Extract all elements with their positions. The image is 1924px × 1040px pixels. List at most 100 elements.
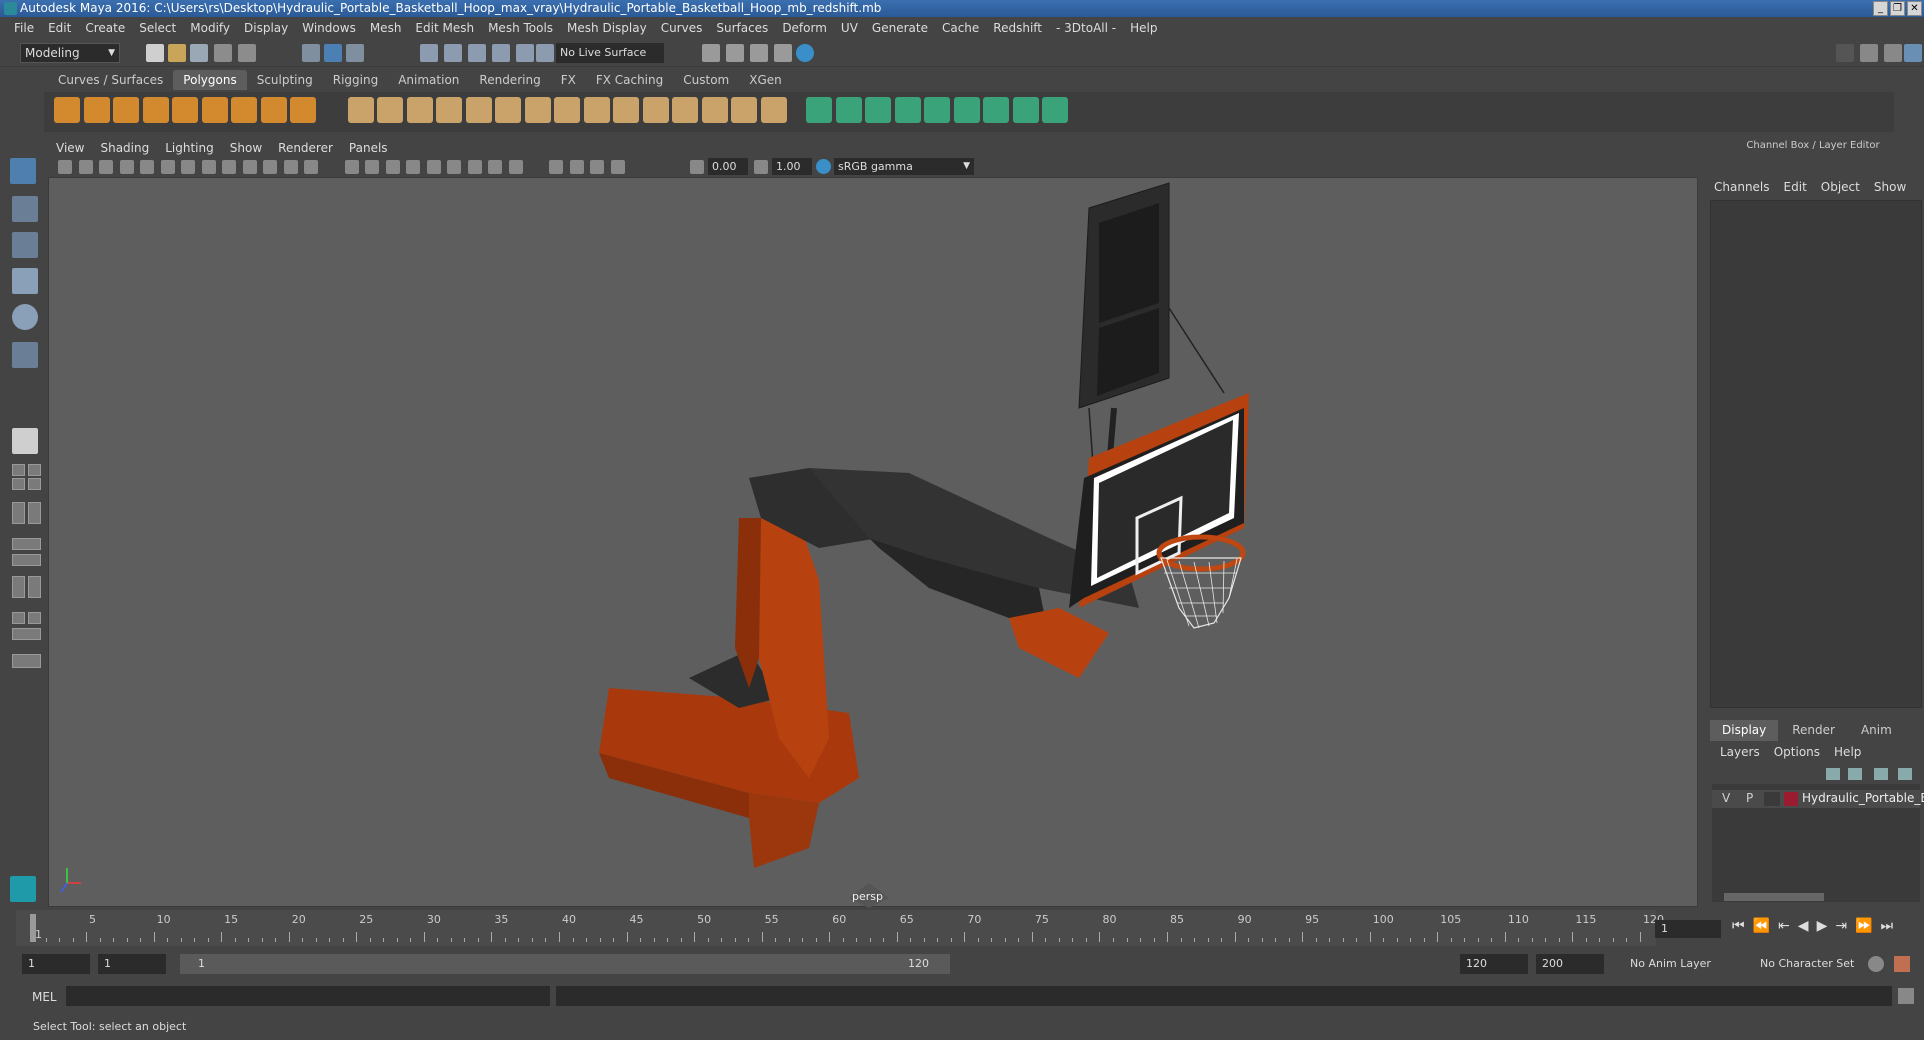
- playback-start-field[interactable]: 1: [98, 954, 166, 974]
- layer-tab-render[interactable]: Render: [1780, 720, 1847, 741]
- depth-of-field-icon[interactable]: [508, 160, 523, 174]
- target-weld-icon[interactable]: [865, 97, 891, 123]
- xray-components-icon[interactable]: [610, 160, 625, 174]
- shelf-tab-fx[interactable]: FX: [551, 70, 586, 90]
- minimize-button[interactable]: _: [1873, 1, 1888, 16]
- menu-file[interactable]: File: [8, 21, 42, 35]
- select-component-icon[interactable]: [346, 44, 364, 62]
- multi-cut-icon[interactable]: [835, 97, 862, 123]
- layout-icon[interactable]: [12, 478, 25, 490]
- film-gate-icon[interactable]: [201, 160, 216, 174]
- gate-mask-icon[interactable]: [242, 160, 257, 174]
- open-scene-icon[interactable]: [168, 44, 186, 62]
- anim-layer-selector[interactable]: No Anim Layer: [1624, 954, 1744, 974]
- grease-pencil-icon[interactable]: [160, 160, 175, 174]
- current-frame-field[interactable]: 1: [1655, 920, 1721, 938]
- resolution-gate-icon[interactable]: [222, 160, 236, 174]
- menu-deform[interactable]: Deform: [776, 21, 835, 35]
- gamma-icon[interactable]: [754, 160, 768, 174]
- step-forward-icon[interactable]: ⏩: [1855, 918, 1872, 934]
- shelf-tab-fx-caching[interactable]: FX Caching: [586, 70, 673, 90]
- layout-icon[interactable]: [12, 628, 41, 640]
- select-hierarchy-icon[interactable]: [302, 44, 320, 62]
- panel-menu-shading[interactable]: Shading: [92, 141, 157, 155]
- snap-point-icon[interactable]: [468, 44, 486, 62]
- menu-curves[interactable]: Curves: [655, 21, 711, 35]
- poly-soccer-icon[interactable]: [290, 97, 316, 123]
- extract-icon[interactable]: [554, 97, 580, 123]
- poly-cone-icon[interactable]: [142, 97, 169, 123]
- smooth-shade-icon[interactable]: [365, 160, 379, 174]
- select-object-icon[interactable]: [324, 44, 342, 62]
- scrollbar-thumb[interactable]: [1724, 893, 1824, 901]
- render-settings-icon[interactable]: [774, 44, 792, 62]
- layout-icon[interactable]: [28, 612, 41, 624]
- menu-display[interactable]: Display: [238, 21, 296, 35]
- snap-grid-icon[interactable]: [420, 44, 438, 62]
- menu-help[interactable]: Help: [1124, 21, 1165, 35]
- layer-playback-toggle[interactable]: P: [1746, 791, 1753, 805]
- menu-generate[interactable]: Generate: [866, 21, 936, 35]
- poly-diamond-icon[interactable]: [172, 97, 198, 123]
- paint-select-icon[interactable]: [12, 232, 38, 258]
- four-view-layout-icon[interactable]: [12, 464, 25, 476]
- playback-end-field[interactable]: 120: [1460, 954, 1528, 974]
- script-editor-icon[interactable]: [1898, 988, 1914, 1004]
- layer-menu-layers[interactable]: Layers: [1720, 745, 1760, 759]
- current-time-marker[interactable]: [30, 914, 36, 942]
- xray-icon[interactable]: [569, 160, 584, 174]
- extrude-icon[interactable]: [731, 97, 757, 123]
- fill-hole-icon[interactable]: [760, 97, 787, 123]
- bevel-icon[interactable]: [672, 97, 698, 123]
- bevel-edge-icon[interactable]: [806, 97, 832, 123]
- new-layer-icon[interactable]: [1874, 768, 1888, 780]
- menu-cache[interactable]: Cache: [936, 21, 987, 35]
- menu-redshift[interactable]: Redshift: [987, 21, 1050, 35]
- field-chart-icon[interactable]: [263, 160, 277, 174]
- boolean-icon[interactable]: [613, 97, 639, 123]
- exposure-icon[interactable]: [690, 160, 704, 174]
- menu-mesh-display[interactable]: Mesh Display: [561, 21, 655, 35]
- channel-box-toggle-icon[interactable]: [1904, 44, 1922, 62]
- bookmark-icon[interactable]: [99, 160, 113, 174]
- poly-prism-icon[interactable]: [465, 97, 492, 123]
- render-sequence-icon[interactable]: [726, 44, 744, 62]
- menu-mesh-tools[interactable]: Mesh Tools: [482, 21, 561, 35]
- go-to-end-icon[interactable]: ⏭: [1881, 918, 1894, 934]
- mode-selector[interactable]: Modeling ▼: [20, 43, 120, 63]
- save-scene-icon[interactable]: [190, 44, 208, 62]
- poly-plane-icon[interactable]: [436, 97, 462, 123]
- step-back-key-icon[interactable]: ⇤: [1778, 918, 1790, 934]
- safe-title-icon[interactable]: [304, 160, 318, 174]
- attribute-editor-toggle-icon[interactable]: [1884, 44, 1902, 62]
- unfold-icon[interactable]: [983, 97, 1009, 123]
- play-forward-icon[interactable]: ▶: [1817, 918, 1828, 934]
- restore-button[interactable]: ❐: [1890, 1, 1905, 16]
- render-frame-icon[interactable]: [702, 44, 720, 62]
- auto-map-icon[interactable]: [953, 97, 980, 123]
- auto-key-icon[interactable]: [1868, 956, 1884, 972]
- poly-helix-icon[interactable]: [377, 97, 403, 123]
- ambient-occlusion-icon[interactable]: [467, 160, 482, 174]
- xray-joints-icon[interactable]: [590, 160, 604, 174]
- exposure-field[interactable]: 0.00: [708, 158, 748, 175]
- smooth-icon[interactable]: [583, 97, 610, 123]
- graph-layout-icon[interactable]: [12, 538, 41, 550]
- menu-create[interactable]: Create: [79, 21, 133, 35]
- planar-map-icon[interactable]: [924, 97, 950, 123]
- move-layer-up-icon[interactable]: [1826, 768, 1840, 780]
- grid-icon[interactable]: [181, 160, 195, 174]
- snap-curve-icon[interactable]: [444, 44, 462, 62]
- animation-prefs-icon[interactable]: [1894, 956, 1910, 972]
- menu-mesh[interactable]: Mesh: [364, 21, 410, 35]
- snap-surface-icon[interactable]: [516, 44, 534, 62]
- channel-menu-channels[interactable]: Channels: [1714, 180, 1770, 194]
- lights-icon[interactable]: [426, 160, 441, 174]
- lasso-tool-icon[interactable]: [12, 196, 38, 222]
- layout-uv-icon[interactable]: [1042, 97, 1068, 123]
- move-layer-down-icon[interactable]: [1848, 768, 1862, 780]
- panel-menu-lighting[interactable]: Lighting: [157, 141, 222, 155]
- new-scene-icon[interactable]: [146, 44, 164, 62]
- scale-tool-icon[interactable]: [12, 342, 38, 368]
- undo-icon[interactable]: [214, 44, 232, 62]
